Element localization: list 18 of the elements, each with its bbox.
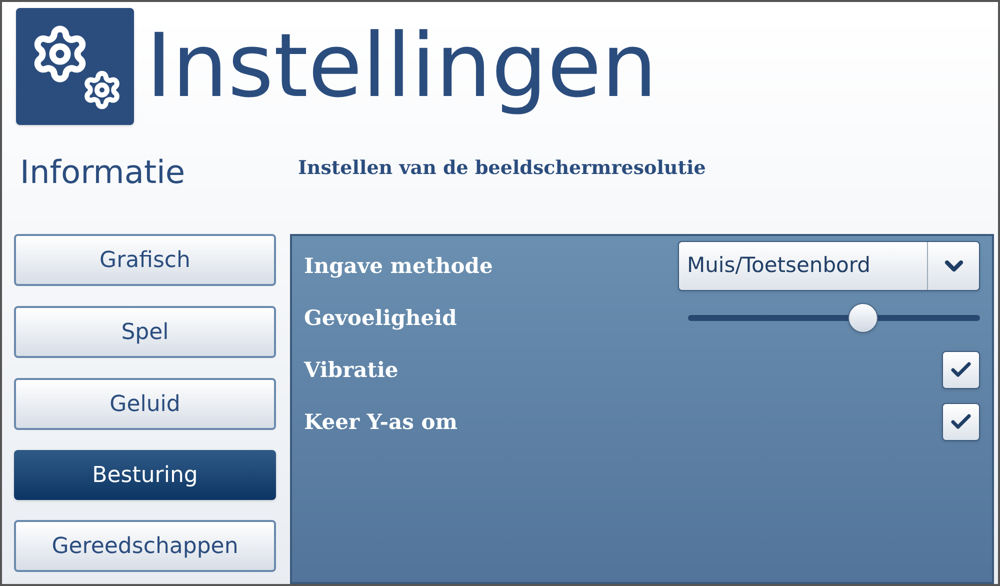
nav-button[interactable]: Gereedschappen: [14, 520, 276, 572]
checkbox[interactable]: [942, 403, 980, 441]
nav-button[interactable]: Spel: [14, 306, 276, 358]
nav-button[interactable]: Geluid: [14, 378, 276, 430]
nav-button[interactable]: Besturing: [14, 450, 276, 500]
setting-label: Keer Y-as om: [304, 408, 458, 436]
slider-thumb[interactable]: [848, 303, 878, 333]
section-subtitle: Instellen van de beeldschermresolutie: [297, 156, 707, 181]
setting-label: Gevoeligheid: [304, 304, 457, 332]
checkbox[interactable]: [942, 351, 980, 389]
setting-label: Vibratie: [304, 356, 398, 384]
setting-label: Ingave methode: [304, 252, 493, 280]
sensitivity-slider[interactable]: [688, 302, 980, 334]
gears-icon: [16, 8, 134, 124]
nav-button[interactable]: Grafisch: [14, 234, 276, 286]
page-title: Instellingen: [146, 13, 658, 119]
sidebar-title: Informatie: [19, 152, 186, 193]
input-method-dropdown[interactable]: Muis/Toetsenbord: [678, 241, 980, 291]
